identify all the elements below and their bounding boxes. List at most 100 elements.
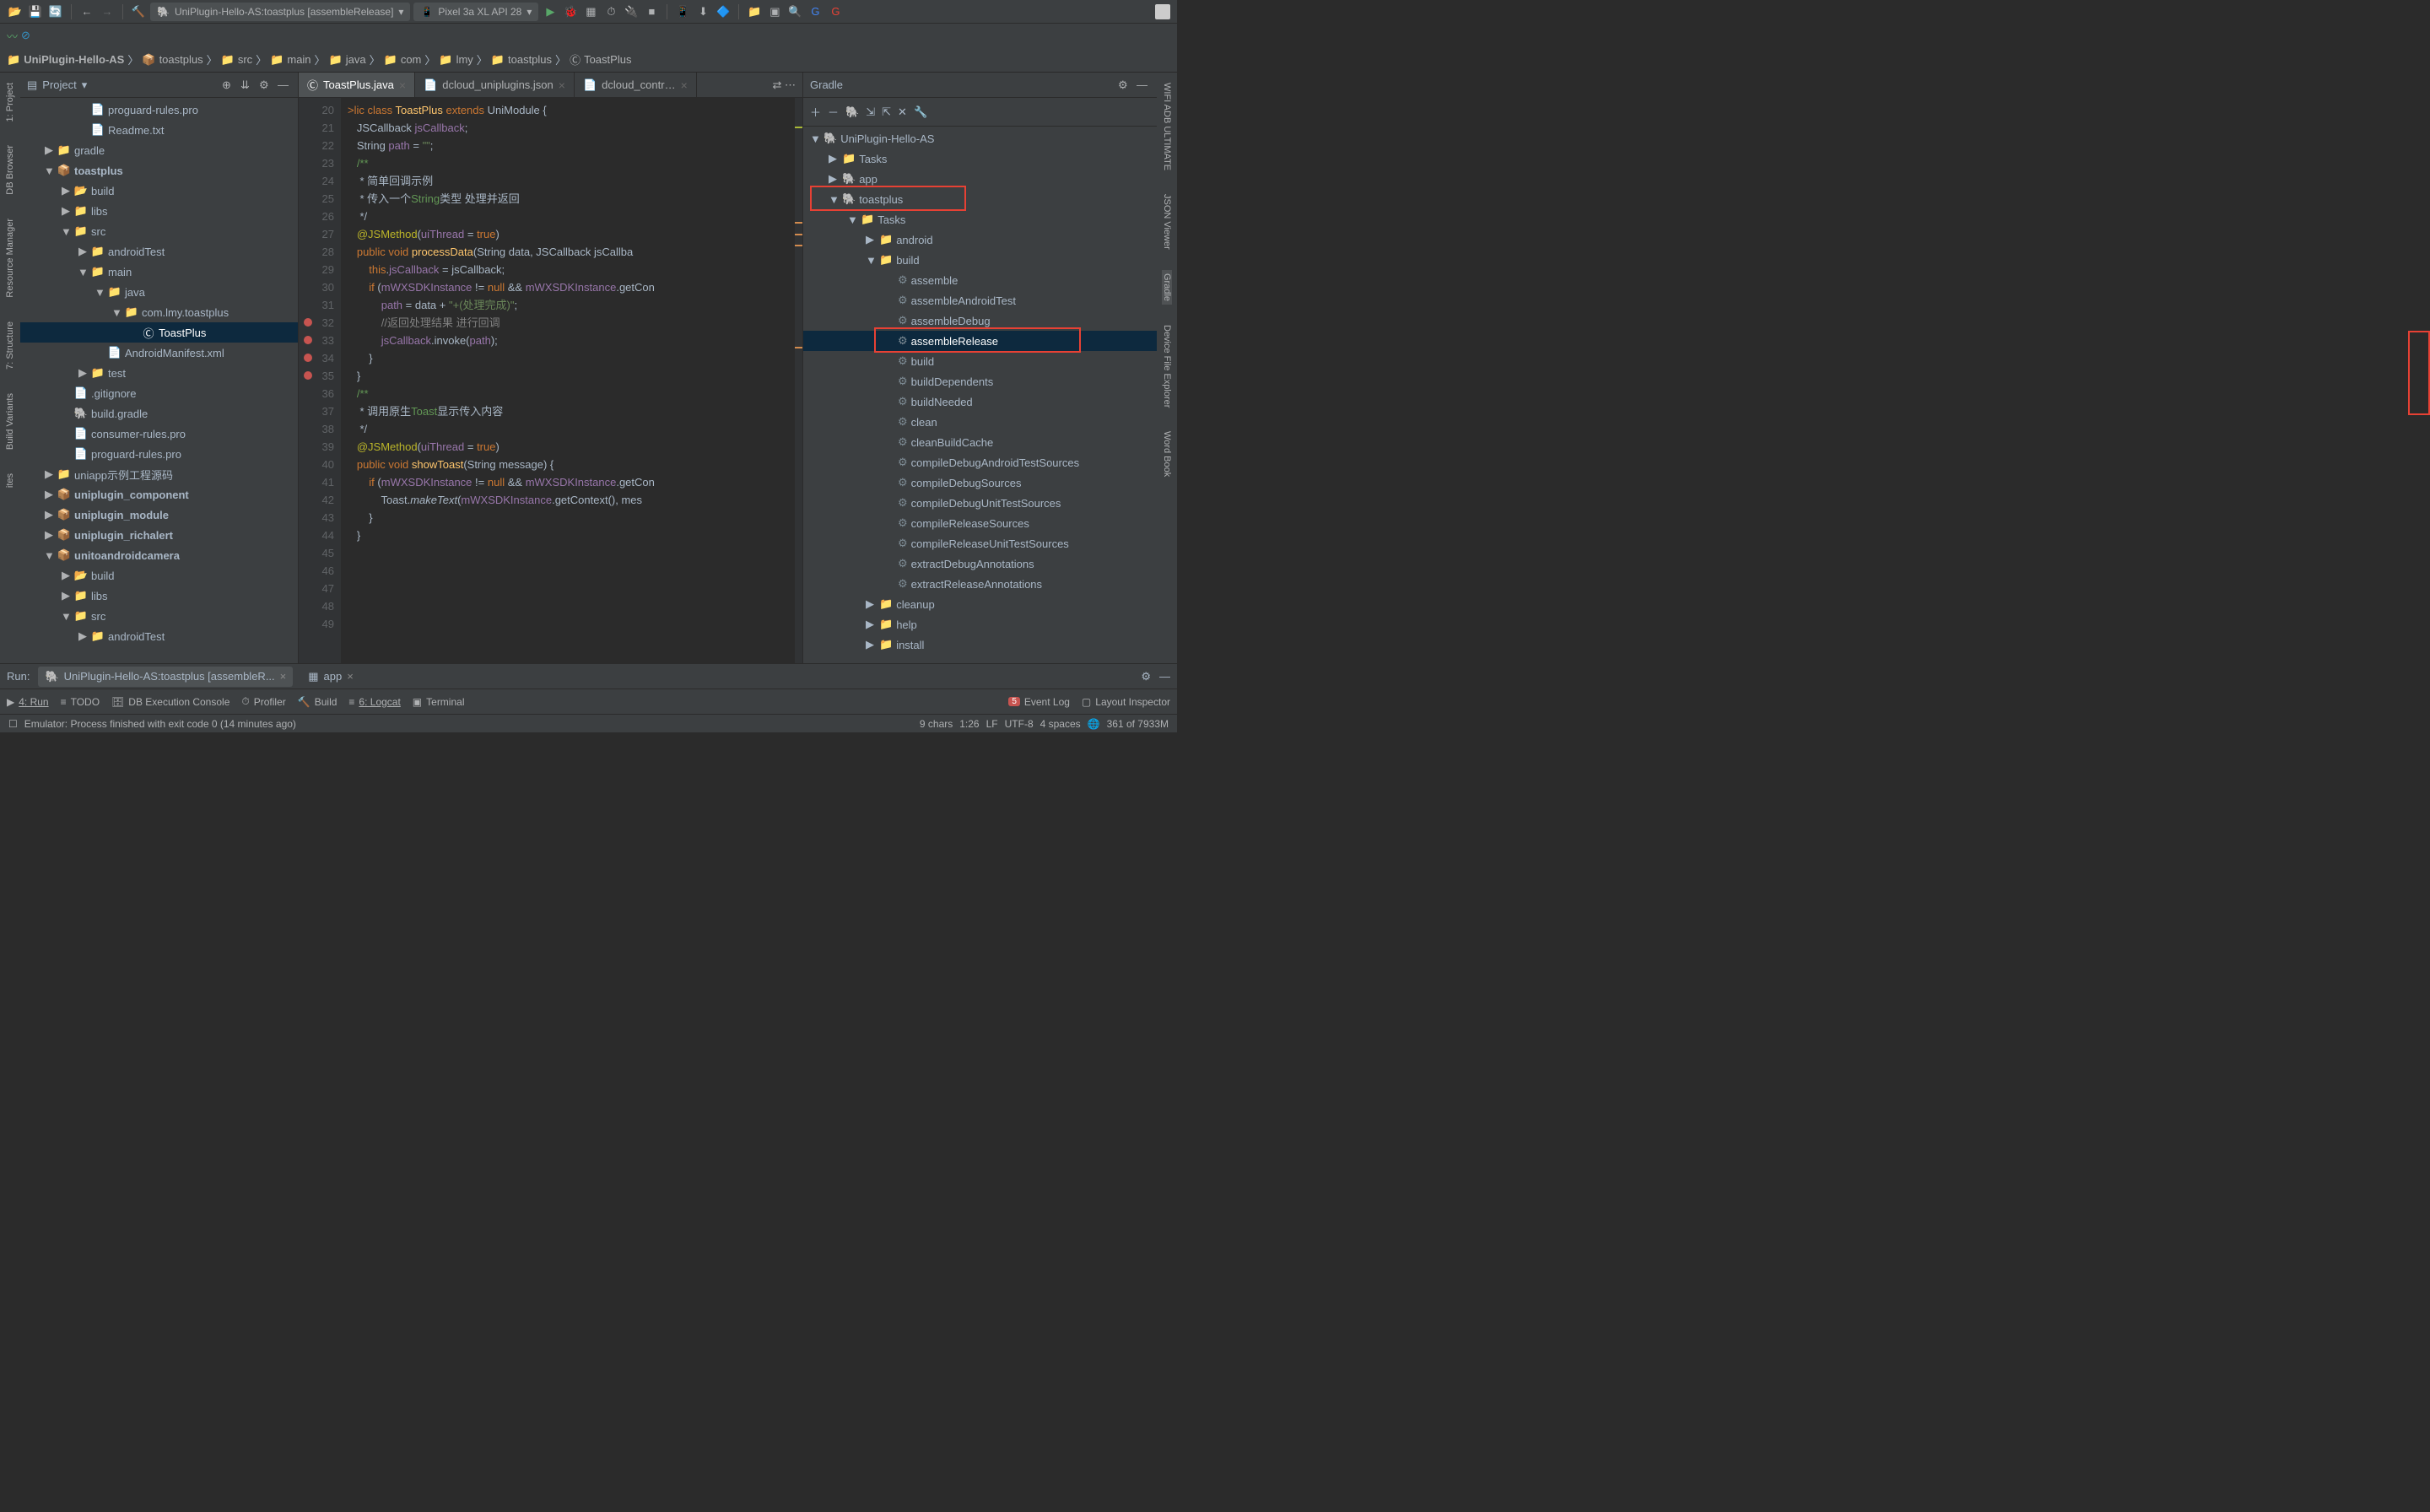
run-gear-icon[interactable]: ⚙ [1141,670,1151,683]
gradle-item[interactable]: ⚙ compileDebugAndroidTestSources [803,452,1157,472]
run-icon[interactable]: ▶ [542,3,559,20]
sync-icon[interactable]: 🔄 [47,3,64,20]
minimap[interactable] [794,98,802,663]
assistant-icon[interactable]: ▣ [766,3,783,20]
layout-inspector-tab[interactable]: ▢ Layout Inspector [1082,696,1170,708]
tree-item[interactable]: ▶📁uniapp示例工程源码 [20,464,298,484]
gradle-item[interactable]: ▼📁 build [803,250,1157,270]
tree-item[interactable]: 🐘build.gradle [20,403,298,424]
right-rail-0[interactable]: WIFI ADB ULTIMATE [1162,79,1172,174]
tree-item[interactable]: ▶📁androidTest [20,241,298,262]
db-tab[interactable]: 🗄 DB Execution Console [111,696,230,708]
run-config-combo[interactable]: 🐘UniPlugin-Hello-AS:toastplus [assembleR… [150,3,410,21]
device-combo[interactable]: 📱Pixel 3a XL API 28▾ [413,3,538,21]
gradle-item[interactable]: ⚙ extractDebugAnnotations [803,554,1157,574]
left-rail-0[interactable]: 1: Project [5,79,15,125]
offline-icon[interactable]: ✕ [898,105,907,119]
debug-bug-icon[interactable]: 🐞 [562,3,579,20]
right-rail-1[interactable]: JSON Viewer [1162,191,1172,253]
crumb-1[interactable]: 📦 toastplus [142,53,202,67]
status-enc[interactable]: UTF-8 [1005,718,1034,730]
save-icon[interactable]: 💾 [27,3,44,20]
tree-item[interactable]: ▶📁gradle [20,140,298,160]
crumb-3[interactable]: 📁 main [270,53,310,67]
editor-tab[interactable]: 📄dcloud_uniplugins.json× [415,73,575,97]
left-rail-5[interactable]: ites [5,470,15,491]
tree-item[interactable]: ▶📂build [20,181,298,201]
left-rail-4[interactable]: Build Variants [5,390,15,453]
google2-icon[interactable]: G [827,3,844,20]
gradle-item[interactable]: ⚙ buildNeeded [803,392,1157,412]
crumb-2[interactable]: 📁 src [221,53,253,67]
gradle-item[interactable]: ▼📁 Tasks [803,209,1157,230]
forward-icon[interactable]: → [99,3,116,20]
target-icon[interactable]: ⊕ [222,78,235,92]
tree-item[interactable]: ▶📁test [20,363,298,383]
tree-item[interactable]: 📄.gitignore [20,383,298,403]
gradle-item[interactable]: ▼🐘 UniPlugin-Hello-AS [803,128,1157,148]
stop-icon[interactable]: ■ [643,3,660,20]
gradle-item[interactable]: ⚙ compileDebugSources [803,472,1157,493]
google-icon[interactable]: G [807,3,824,20]
run-tab-0[interactable]: 🐘 UniPlugin-Hello-AS:toastplus [assemble… [38,667,293,687]
gradle-gear-icon[interactable]: ⚙ [1118,78,1131,92]
gradle-item[interactable]: ⚙ assembleAndroidTest [803,290,1157,310]
editor-tab[interactable]: 📄dcloud_contr…× [575,73,697,97]
code-text[interactable]: >lic class ToastPlus extends UniModule {… [341,98,794,663]
terminal-tab[interactable]: ▣ Terminal [413,696,465,708]
gradle-item[interactable]: ⚙ assembleRelease [803,331,1157,351]
gradle-item[interactable]: ▶🐘 app [803,169,1157,189]
crumb-8[interactable]: Ⓒ ToastPlus [570,51,631,68]
tree-item[interactable]: 📄proguard-rules.pro [20,444,298,464]
project-tree[interactable]: 📄proguard-rules.pro📄Readme.txt▶📁gradle▼📦… [20,98,298,663]
wrench-icon[interactable]: 🔧 [914,105,927,119]
code-area[interactable]: 2021222324252627282930313233343536373839… [299,98,802,663]
tree-item[interactable]: 📄proguard-rules.pro [20,100,298,120]
coverage-icon[interactable]: ▦ [582,3,599,20]
logcat-tab[interactable]: ≡ 6: Logcat [348,696,400,708]
status-indent[interactable]: 4 spaces [1040,718,1081,730]
gradle-item[interactable]: ▶📁 install [803,634,1157,655]
search-icon[interactable]: 🔍 [786,3,803,20]
left-rail-2[interactable]: Resource Manager [5,215,15,301]
plus-icon[interactable]: ＋ [810,104,821,120]
run-tab[interactable]: ▶ 4: Run [7,696,49,708]
todo-tab[interactable]: ≡ TODO [61,696,100,708]
tree-item[interactable]: ▼📦toastplus [20,160,298,181]
gradle-item[interactable]: ⚙ assembleDebug [803,310,1157,331]
tree-item[interactable]: ▶📦uniplugin_richalert [20,525,298,545]
tree-item[interactable]: ▼📁src [20,606,298,626]
tree-item[interactable]: ▶📂build [20,565,298,586]
crumb-4[interactable]: 📁 java [329,53,366,67]
collapse-icon[interactable]: ⇊ [240,78,254,92]
gradle-item[interactable]: ▼🐘 toastplus [803,189,1157,209]
gradle-item[interactable]: ▶📁 help [803,614,1157,634]
gear-icon[interactable]: ⚙ [259,78,273,92]
collapse2-icon[interactable]: ⇱ [882,105,891,119]
status-pos[interactable]: 1:26 [959,718,979,730]
gradle-minimize-icon[interactable]: — [1137,78,1150,92]
status-mem[interactable]: 361 of 7933M [1107,718,1169,730]
tree-item[interactable]: ▶📁libs [20,586,298,606]
profiler-tab[interactable]: ⏱ Profiler [241,695,285,708]
right-rail-3[interactable]: Device File Explorer [1162,321,1172,411]
tree-item[interactable]: ▶📁libs [20,201,298,221]
tree-item[interactable]: ▶📦uniplugin_module [20,505,298,525]
right-rail-2[interactable]: Gradle [1162,270,1172,305]
right-rail-4[interactable]: Word Book [1162,428,1172,480]
event-log-tab[interactable]: 5 Event Log [1008,696,1070,708]
gradle-tree[interactable]: ▼🐘 UniPlugin-Hello-AS▶📁 Tasks▶🐘 app▼🐘 to… [803,127,1157,663]
tree-item[interactable]: 📄Readme.txt [20,120,298,140]
crumb-6[interactable]: 📁 lmy [439,53,472,67]
left-rail-3[interactable]: 7: Structure [5,318,15,373]
resource-icon[interactable]: 🔷 [715,3,732,20]
tree-item[interactable]: ▼📁java [20,282,298,302]
gradle-item[interactable]: ⚙ clean [803,412,1157,432]
avatar[interactable] [1155,4,1170,19]
tree-item[interactable]: ▶📦uniplugin_component [20,484,298,505]
tree-item[interactable]: 📄AndroidManifest.xml [20,343,298,363]
gradle-item[interactable]: ▶📁 Tasks [803,148,1157,169]
activity-icon[interactable]: 〰 [7,28,18,44]
run-tab-1[interactable]: ▦ app × [301,667,360,687]
crumb-5[interactable]: 📁 com [384,53,422,67]
